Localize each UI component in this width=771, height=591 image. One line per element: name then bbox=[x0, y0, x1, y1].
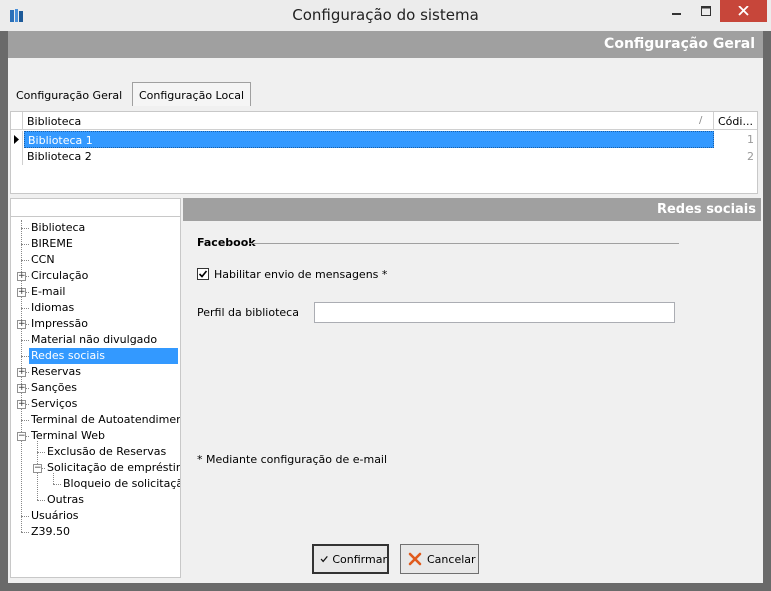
sort-indicator-icon: / bbox=[699, 115, 703, 126]
enable-messages-label[interactable]: Habilitar envio de mensagens * bbox=[214, 268, 387, 281]
table-row[interactable]: Biblioteca 1 1 bbox=[11, 131, 757, 148]
tree-item[interactable]: Circulação bbox=[11, 268, 180, 284]
tab-configuracao-local[interactable]: Configuração Local bbox=[132, 82, 252, 106]
tree-item[interactable]: Solicitação de empréstimo bbox=[11, 460, 180, 476]
checkmark-icon bbox=[320, 555, 328, 563]
minimize-icon bbox=[672, 13, 681, 15]
tree-item-label: Reservas bbox=[31, 365, 81, 378]
tree-item-label: Idiomas bbox=[31, 301, 75, 314]
cell-codigo[interactable]: 1 bbox=[714, 131, 757, 148]
tab-configuracao-geral[interactable]: Configuração Geral bbox=[10, 84, 128, 106]
tree-item-label: Material não divulgado bbox=[31, 333, 158, 346]
tree-search-input[interactable] bbox=[11, 199, 180, 217]
tree-item[interactable]: Terminal de Autoatendiment bbox=[11, 412, 180, 428]
settings-tree: Biblioteca BIREME CCN + Circulação + E-mail Idi… bbox=[11, 219, 180, 577]
grid-indicator-header bbox=[11, 112, 23, 130]
row-indicator bbox=[11, 148, 23, 165]
title-bar: Configuração do sistema bbox=[0, 0, 771, 31]
tree-item[interactable]: Idiomas bbox=[11, 300, 180, 316]
column-header-codigo[interactable]: Códi... bbox=[718, 115, 753, 128]
window: Configuração do sistema Configuração Ger… bbox=[0, 0, 771, 591]
window-title: Configuração do sistema bbox=[292, 6, 479, 24]
tree-item-label: Sanções bbox=[31, 381, 77, 394]
x-mark-icon bbox=[408, 552, 422, 566]
tree-item-label: Solicitação de empréstimo bbox=[47, 461, 180, 474]
cancel-button[interactable]: Cancelar bbox=[400, 544, 479, 574]
tree-item-label: Terminal Web bbox=[31, 429, 105, 442]
tree-item[interactable]: Terminal Web bbox=[11, 428, 180, 444]
group-divider bbox=[249, 243, 679, 244]
column-header-biblioteca[interactable]: Biblioteca bbox=[27, 115, 81, 128]
minimize-button[interactable] bbox=[662, 0, 692, 22]
tree-item-label: Impressão bbox=[31, 317, 88, 330]
tree-item-label: Z39.50 bbox=[31, 525, 71, 538]
confirm-button[interactable]: Confirmar bbox=[312, 544, 389, 574]
tree-item[interactable]: BIREME bbox=[11, 236, 180, 252]
tree-item[interactable]: Impressão bbox=[11, 316, 180, 332]
tree-item[interactable]: Material não divulgado bbox=[11, 332, 180, 348]
tree-item-label: Terminal de Autoatendiment bbox=[31, 413, 180, 426]
close-icon bbox=[738, 6, 749, 16]
tree-item-label: Usuários bbox=[31, 509, 79, 522]
column-separator[interactable] bbox=[713, 112, 714, 130]
tree-item[interactable]: E-mail bbox=[11, 284, 180, 300]
tree-item[interactable]: Bloqueio de solicitaçã bbox=[11, 476, 180, 492]
grid-header: Biblioteca / Códi... bbox=[11, 112, 757, 130]
tree-item[interactable]: Biblioteca bbox=[11, 220, 180, 236]
checkmark-icon bbox=[198, 270, 208, 278]
row-indicator bbox=[11, 131, 23, 148]
maximize-icon bbox=[701, 6, 711, 16]
confirm-label: Confirmar bbox=[332, 552, 387, 566]
maximize-button[interactable] bbox=[692, 0, 720, 22]
footnote: * Mediante configuração de e-mail bbox=[197, 453, 388, 466]
tree-item[interactable]: Usuários bbox=[11, 508, 180, 524]
header-band: Configuração Geral bbox=[8, 31, 763, 58]
tree-item-label: Exclusão de Reservas bbox=[47, 445, 167, 458]
cell-biblioteca[interactable]: Biblioteca 1 bbox=[24, 131, 714, 148]
tree-item-label: Redes sociais bbox=[29, 348, 178, 364]
library-profile-label: Perfil da biblioteca bbox=[197, 306, 299, 319]
tree-item-label: Biblioteca bbox=[31, 221, 86, 234]
tree-item-label: Circulação bbox=[31, 269, 89, 282]
tree-item[interactable]: CCN bbox=[11, 252, 180, 268]
tree-panel: Biblioteca BIREME CCN + Circulação + E-mail Idi… bbox=[10, 198, 181, 578]
header-title: Configuração Geral bbox=[604, 36, 755, 52]
tree-item[interactable]: Serviços bbox=[11, 396, 180, 412]
tree-item-label: Bloqueio de solicitaçã bbox=[63, 477, 180, 490]
cancel-label: Cancelar bbox=[427, 552, 476, 566]
tree-item-label: CCN bbox=[31, 253, 55, 266]
enable-messages-checkbox[interactable] bbox=[197, 268, 209, 280]
settings-panel: Redes sociais Facebook Habilitar envio d… bbox=[183, 198, 761, 578]
close-button[interactable] bbox=[720, 0, 767, 22]
tree-item-label: Serviços bbox=[31, 397, 78, 410]
library-grid: Biblioteca / Códi... Biblioteca 1 1 Bibl… bbox=[10, 111, 758, 194]
tree-item-label: BIREME bbox=[31, 237, 73, 250]
tree-item[interactable]: Sanções bbox=[11, 380, 180, 396]
tree-item[interactable]: Redes sociais bbox=[11, 348, 180, 364]
cell-biblioteca[interactable]: Biblioteca 2 bbox=[24, 148, 714, 165]
client-area: Configuração Geral Configuração Geral Co… bbox=[8, 31, 763, 583]
tree-item-label: E-mail bbox=[31, 285, 66, 298]
tree-item-label: Outras bbox=[47, 493, 84, 506]
tab-strip: Configuração Geral Configuração Local bbox=[8, 82, 763, 106]
panel-title: Redes sociais bbox=[656, 202, 756, 217]
group-label-facebook: Facebook bbox=[197, 236, 256, 249]
panel-header: Redes sociais bbox=[183, 198, 761, 221]
tree-item[interactable]: Outras bbox=[11, 492, 180, 508]
tree-item[interactable]: Reservas bbox=[11, 364, 180, 380]
tree-item[interactable]: Exclusão de Reservas bbox=[11, 444, 180, 460]
row-pointer-icon bbox=[14, 135, 19, 144]
tree-item[interactable]: Z39.50 bbox=[11, 524, 180, 540]
cell-codigo[interactable]: 2 bbox=[714, 148, 757, 165]
library-profile-input[interactable] bbox=[314, 302, 675, 323]
table-row[interactable]: Biblioteca 2 2 bbox=[11, 148, 757, 165]
